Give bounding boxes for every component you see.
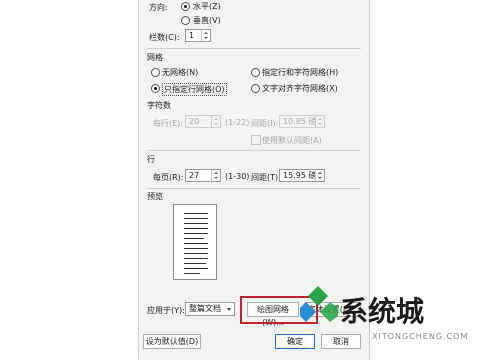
divider [147, 48, 361, 49]
document-background-left [0, 0, 138, 360]
grid-lines-and-chars-label[interactable]: 指定行和字符网格(H) [262, 67, 338, 78]
preview-section-title: 预览 [147, 192, 163, 201]
use-default-pitch-label[interactable]: 使用默认间距(A) [262, 135, 322, 146]
divider [147, 150, 361, 151]
lines-pitch-label: 间距(T): [251, 173, 281, 182]
grid-lines-only-label[interactable]: 只指定行网格(O) [162, 83, 227, 96]
cancel-button[interactable]: 取消 [321, 334, 361, 349]
columns-spin-arrows[interactable] [201, 30, 210, 41]
lines-per-page-stepper[interactable]: 27 [185, 169, 221, 182]
chars-pitch-stepper[interactable]: 10.85 磅 [279, 115, 325, 128]
preview-line [184, 263, 206, 264]
grid-lines-and-chars-radio[interactable] [251, 68, 260, 77]
preview-line [184, 253, 208, 254]
chars-per-line-spin-arrows[interactable] [211, 116, 220, 127]
lines-per-page-label: 每页(R): [153, 173, 184, 182]
preview-line [184, 268, 208, 269]
chars-section-title: 字符数 [147, 101, 171, 110]
preview-page [173, 204, 217, 280]
direction-label: 方向: [149, 3, 168, 12]
lines-pitch-stepper[interactable]: 15.95 磅 [279, 169, 325, 182]
columns-label: 栏数(C): [149, 33, 180, 42]
direction-horizontal-label[interactable]: 水平(Z) [193, 1, 221, 12]
preview-line [184, 228, 208, 229]
direction-vertical-label[interactable]: 垂直(V) [193, 15, 221, 26]
lines-pitch-spin-arrows[interactable] [315, 170, 324, 181]
grid-none-radio[interactable] [151, 68, 160, 77]
brand-logo-icon [300, 286, 338, 322]
ok-button[interactable]: 确定 [275, 334, 315, 349]
apply-to-select[interactable]: 整篇文档 [185, 302, 235, 316]
grid-lines-only-radio[interactable] [151, 84, 160, 93]
lines-section-title: 行 [147, 155, 155, 164]
lines-pitch-value: 15.95 磅 [283, 171, 317, 180]
apply-to-label: 应用于(Y): [147, 306, 185, 315]
preview-line [184, 248, 208, 249]
preview-line [184, 213, 208, 214]
chars-pitch-label: 间距(I): [251, 119, 279, 128]
direction-vertical-radio[interactable] [181, 16, 190, 25]
preview-line [184, 258, 208, 259]
lines-per-page-spin-arrows[interactable] [211, 170, 220, 181]
grid-section-title: 网格 [147, 53, 163, 62]
direction-horizontal-radio[interactable] [181, 2, 190, 11]
set-default-button[interactable]: 设为默认值(D) [143, 334, 201, 349]
lines-range: (1-30) [225, 172, 250, 181]
preview-line [184, 233, 208, 234]
chars-per-line-label: 每行(E): [153, 119, 183, 128]
divider [147, 188, 361, 189]
chars-range: (1-22) [225, 118, 250, 127]
chars-per-line-stepper[interactable]: 20 [185, 115, 221, 128]
columns-stepper[interactable]: 1 [185, 29, 211, 42]
preview-line [184, 273, 200, 274]
preview-line [184, 243, 208, 244]
preview-line [184, 238, 204, 239]
preview-line [184, 218, 208, 219]
lines-per-page-value: 27 [189, 171, 200, 180]
use-default-pitch-checkbox[interactable] [251, 135, 261, 145]
grid-snap-to-chars-radio[interactable] [251, 84, 260, 93]
columns-value: 1 [189, 31, 195, 40]
watermark-brand: 系统城 [340, 295, 425, 328]
chevron-down-icon [227, 308, 231, 311]
watermark-domain: XITONGCHENG.COM [372, 332, 469, 341]
chars-pitch-value: 10.85 磅 [283, 117, 317, 126]
preview-line [184, 223, 208, 224]
apply-to-value: 整篇文档 [189, 304, 221, 313]
grid-snap-to-chars-label[interactable]: 文字对齐字符网格(X) [262, 83, 338, 94]
chars-pitch-spin-arrows[interactable] [315, 116, 324, 127]
grid-none-label[interactable]: 无网格(N) [162, 67, 198, 78]
chars-per-line-value: 20 [189, 117, 200, 126]
